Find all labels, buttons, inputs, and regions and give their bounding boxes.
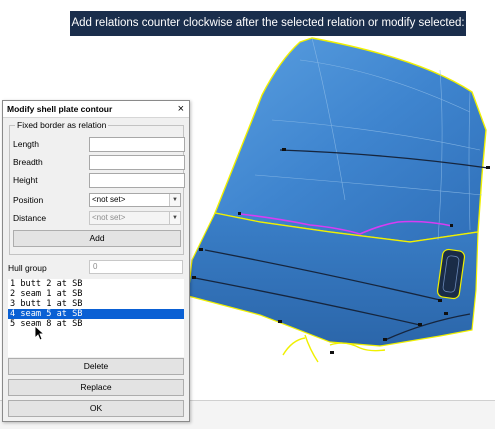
- hull-group-label: Hull group: [8, 263, 47, 273]
- replace-button[interactable]: Replace: [8, 379, 184, 396]
- close-icon[interactable]: ×: [178, 102, 184, 116]
- breadth-label: Breadth: [13, 157, 43, 167]
- position-select[interactable]: <not set> ▼: [89, 193, 181, 207]
- height-label: Height: [13, 175, 38, 185]
- relation-list-item[interactable]: 2 seam 1 at SB: [8, 289, 184, 299]
- distance-select-value: <not set>: [92, 213, 126, 222]
- position-select-value: <not set>: [92, 195, 126, 204]
- dialog-titlebar[interactable]: Modify shell plate contour ×: [3, 101, 189, 118]
- ok-button[interactable]: OK: [8, 400, 184, 417]
- breadth-input[interactable]: [89, 155, 185, 170]
- length-input[interactable]: [89, 137, 185, 152]
- relation-list-item[interactable]: 4 seam 5 at SB: [8, 309, 184, 319]
- distance-label: Distance: [13, 213, 47, 223]
- modify-shell-plate-dialog[interactable]: Modify shell plate contour × Fixed borde…: [2, 100, 190, 422]
- hull-group-input: 0: [89, 260, 183, 274]
- hull-plate-upper[interactable]: [214, 37, 487, 243]
- distance-select: <not set> ▼: [89, 211, 181, 225]
- relation-list[interactable]: 1 butt 2 at SB 2 seam 1 at SB 3 butt 1 at …: [8, 279, 184, 357]
- prompt-banner: Add relations counter clockwise after th…: [70, 11, 466, 36]
- dialog-title: Modify shell plate contour: [7, 104, 113, 114]
- chevron-down-icon[interactable]: ▼: [169, 194, 180, 206]
- mouse-cursor-icon: [34, 325, 46, 341]
- delete-button[interactable]: Delete: [8, 358, 184, 375]
- relation-list-item[interactable]: 3 butt 1 at SB: [8, 299, 184, 309]
- height-input[interactable]: [89, 173, 185, 188]
- length-label: Length: [13, 139, 39, 149]
- fixed-border-group-title: Fixed border as relation: [15, 120, 109, 130]
- relation-list-item[interactable]: 1 butt 2 at SB: [8, 279, 184, 289]
- add-button[interactable]: Add: [13, 230, 181, 247]
- position-label: Position: [13, 195, 44, 205]
- chevron-down-icon: ▼: [169, 212, 180, 224]
